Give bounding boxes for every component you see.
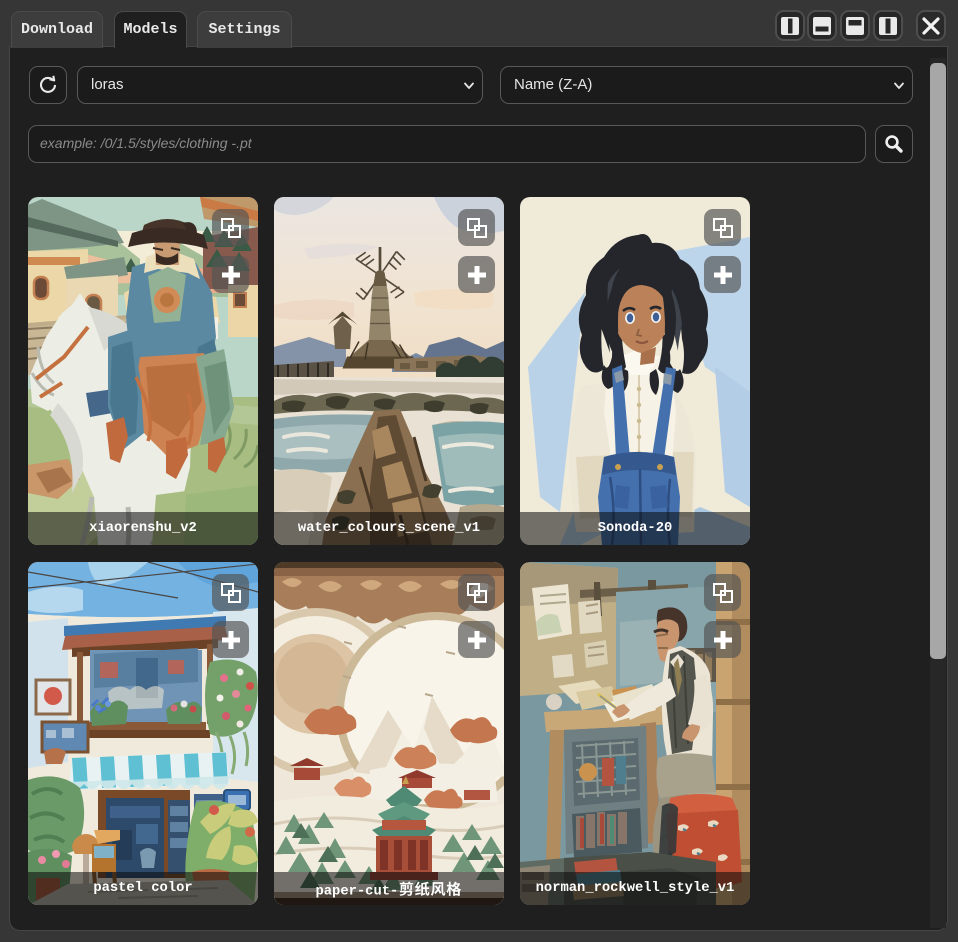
svg-text:paper-cut-: paper-cut- bbox=[316, 885, 399, 900]
